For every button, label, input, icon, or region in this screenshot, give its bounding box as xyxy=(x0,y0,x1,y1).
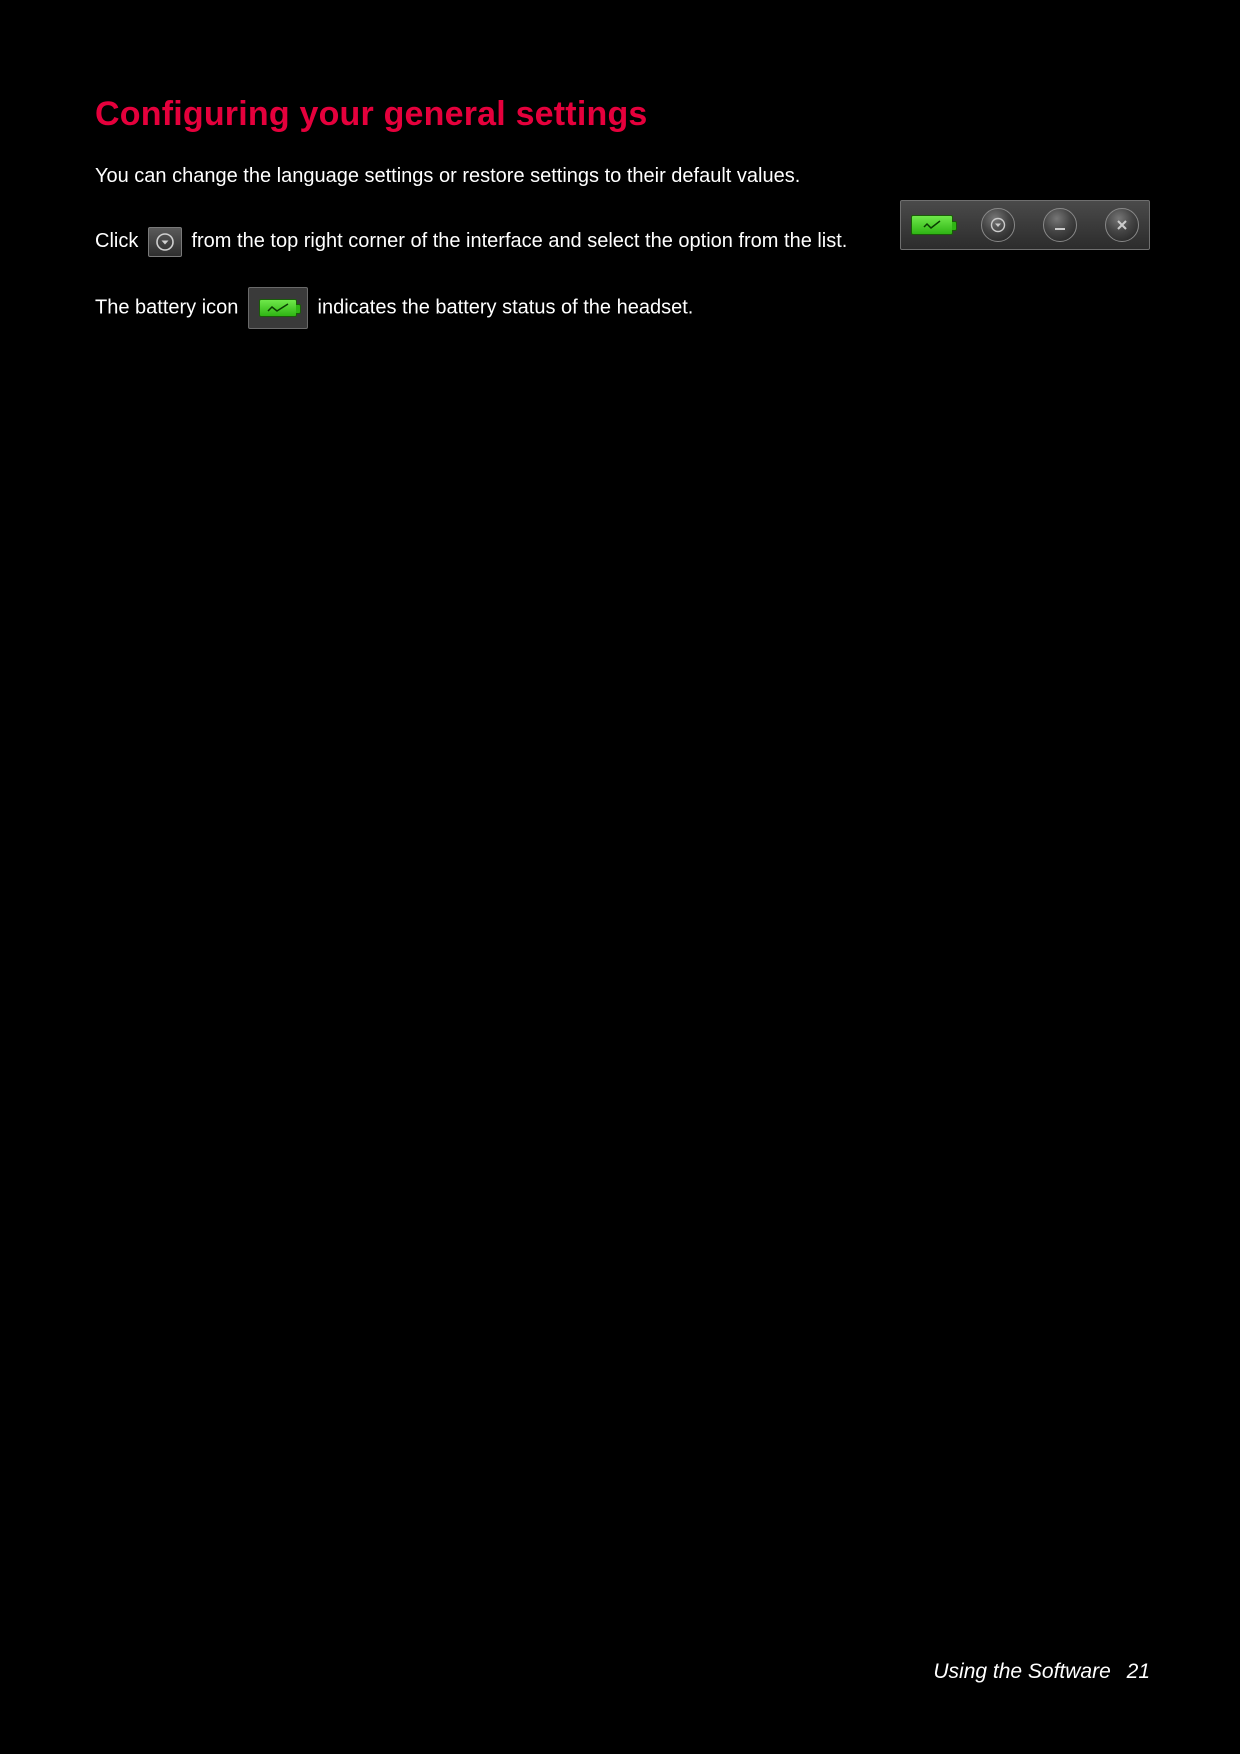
intro-paragraph: You can change the language settings or … xyxy=(95,162,875,191)
click-instruction: Click from the top right corner of the i… xyxy=(95,225,975,257)
minimize-button[interactable] xyxy=(1043,208,1077,242)
manual-page: Configuring your general settings You ca… xyxy=(0,0,1240,1754)
page-title: Configuring your general settings xyxy=(95,95,1150,134)
text-fragment: from the top right corner of the interfa… xyxy=(191,230,847,252)
battery-instruction: The battery icon indicates the battery s… xyxy=(95,287,975,329)
text-fragment: The battery icon xyxy=(95,296,238,318)
settings-button[interactable] xyxy=(981,208,1015,242)
software-toolbar xyxy=(900,200,1150,250)
battery-icon xyxy=(248,287,308,329)
battery-icon xyxy=(911,215,953,235)
settings-dropdown-icon xyxy=(148,227,182,257)
close-button[interactable] xyxy=(1105,208,1139,242)
text-fragment: indicates the battery status of the head… xyxy=(318,296,694,318)
text-fragment: Click xyxy=(95,230,138,252)
footer-section: Using the Software xyxy=(933,1660,1110,1683)
page-footer: Using the Software 21 xyxy=(933,1660,1150,1684)
footer-page-number: 21 xyxy=(1127,1660,1150,1683)
